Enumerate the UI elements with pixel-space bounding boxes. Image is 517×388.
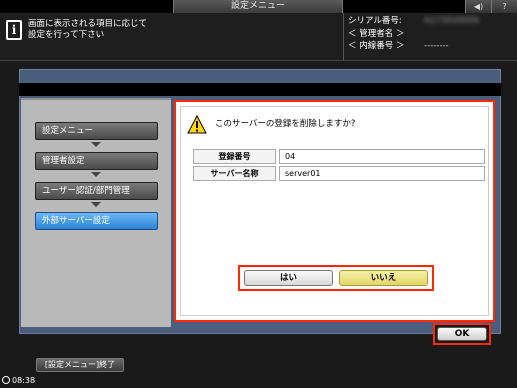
serial-value: A1730V0009 [424,16,479,26]
server-name-value: server01 [279,166,485,181]
clock: 08:38 [2,376,35,385]
exit-settings-button[interactable]: [設定メニュー]終了 [36,358,124,372]
delete-confirm-dialog: このサーバーの登録を削除しますか? 登録番号 04 サーバー名称 server0… [174,100,495,322]
workspace: 設定メニュー 管理者設定 ユーザー認証/部門管理 外部サーバー設定 このサーバー… [0,61,517,351]
yes-button[interactable]: はい [244,270,333,286]
volume-button[interactable]: ◀) [465,0,491,13]
warning-icon [187,115,207,134]
title-bar: 設定メニュー ◀) ? [0,0,517,13]
breadcrumb-sidebar: 設定メニュー 管理者設定 ユーザー認証/部門管理 外部サーバー設定 [21,98,171,327]
frame-band [19,83,501,96]
window-title: 設定メニュー [173,0,343,13]
extension-label: ＜ 内線番号 ＞ [348,41,405,51]
confirm-button-group: はい いいえ [238,265,434,291]
no-button[interactable]: いいえ [339,270,428,286]
step-user-auth[interactable]: ユーザー認証/部門管理 [35,182,158,200]
extension-value: -------- [424,41,449,51]
clock-icon [2,376,10,384]
ok-button[interactable]: OK [437,327,487,341]
server-name-label: サーバー名称 [193,166,276,181]
down-arrow-icon [91,142,101,147]
dialog-body: このサーバーの登録を削除しますか? 登録番号 04 サーバー名称 server0… [180,106,489,316]
step-admin-settings[interactable]: 管理者設定 [35,152,158,170]
registration-number-label: 登録番号 [193,149,276,164]
header-panel: i 画面に表示される項目に応じて 設定を行って下さい シリアル番号: A1730… [0,13,517,61]
info-icon: i [6,20,22,40]
instruction-message: 画面に表示される項目に応じて 設定を行って下さい [28,19,148,40]
table-row: サーバー名称 server01 [193,166,485,181]
server-info-table: 登録番号 04 サーバー名称 server01 [193,149,485,183]
speaker-icon: ◀) [473,2,484,11]
header-divider [343,13,344,61]
help-button[interactable]: ? [491,0,517,13]
clock-time: 08:38 [12,376,36,385]
down-arrow-icon [91,172,101,177]
table-row: 登録番号 04 [193,149,485,164]
registration-number-value: 04 [279,149,485,164]
dialog-question: このサーバーの登録を削除しますか? [215,119,356,129]
admin-label: ＜ 管理者名 ＞ [348,29,405,39]
down-arrow-icon [91,202,101,207]
serial-label: シリアル番号: [348,16,402,26]
step-settings-menu[interactable]: 設定メニュー [35,122,158,140]
ok-button-frame: OK [433,323,491,345]
step-external-server[interactable]: 外部サーバー設定 [35,212,158,230]
